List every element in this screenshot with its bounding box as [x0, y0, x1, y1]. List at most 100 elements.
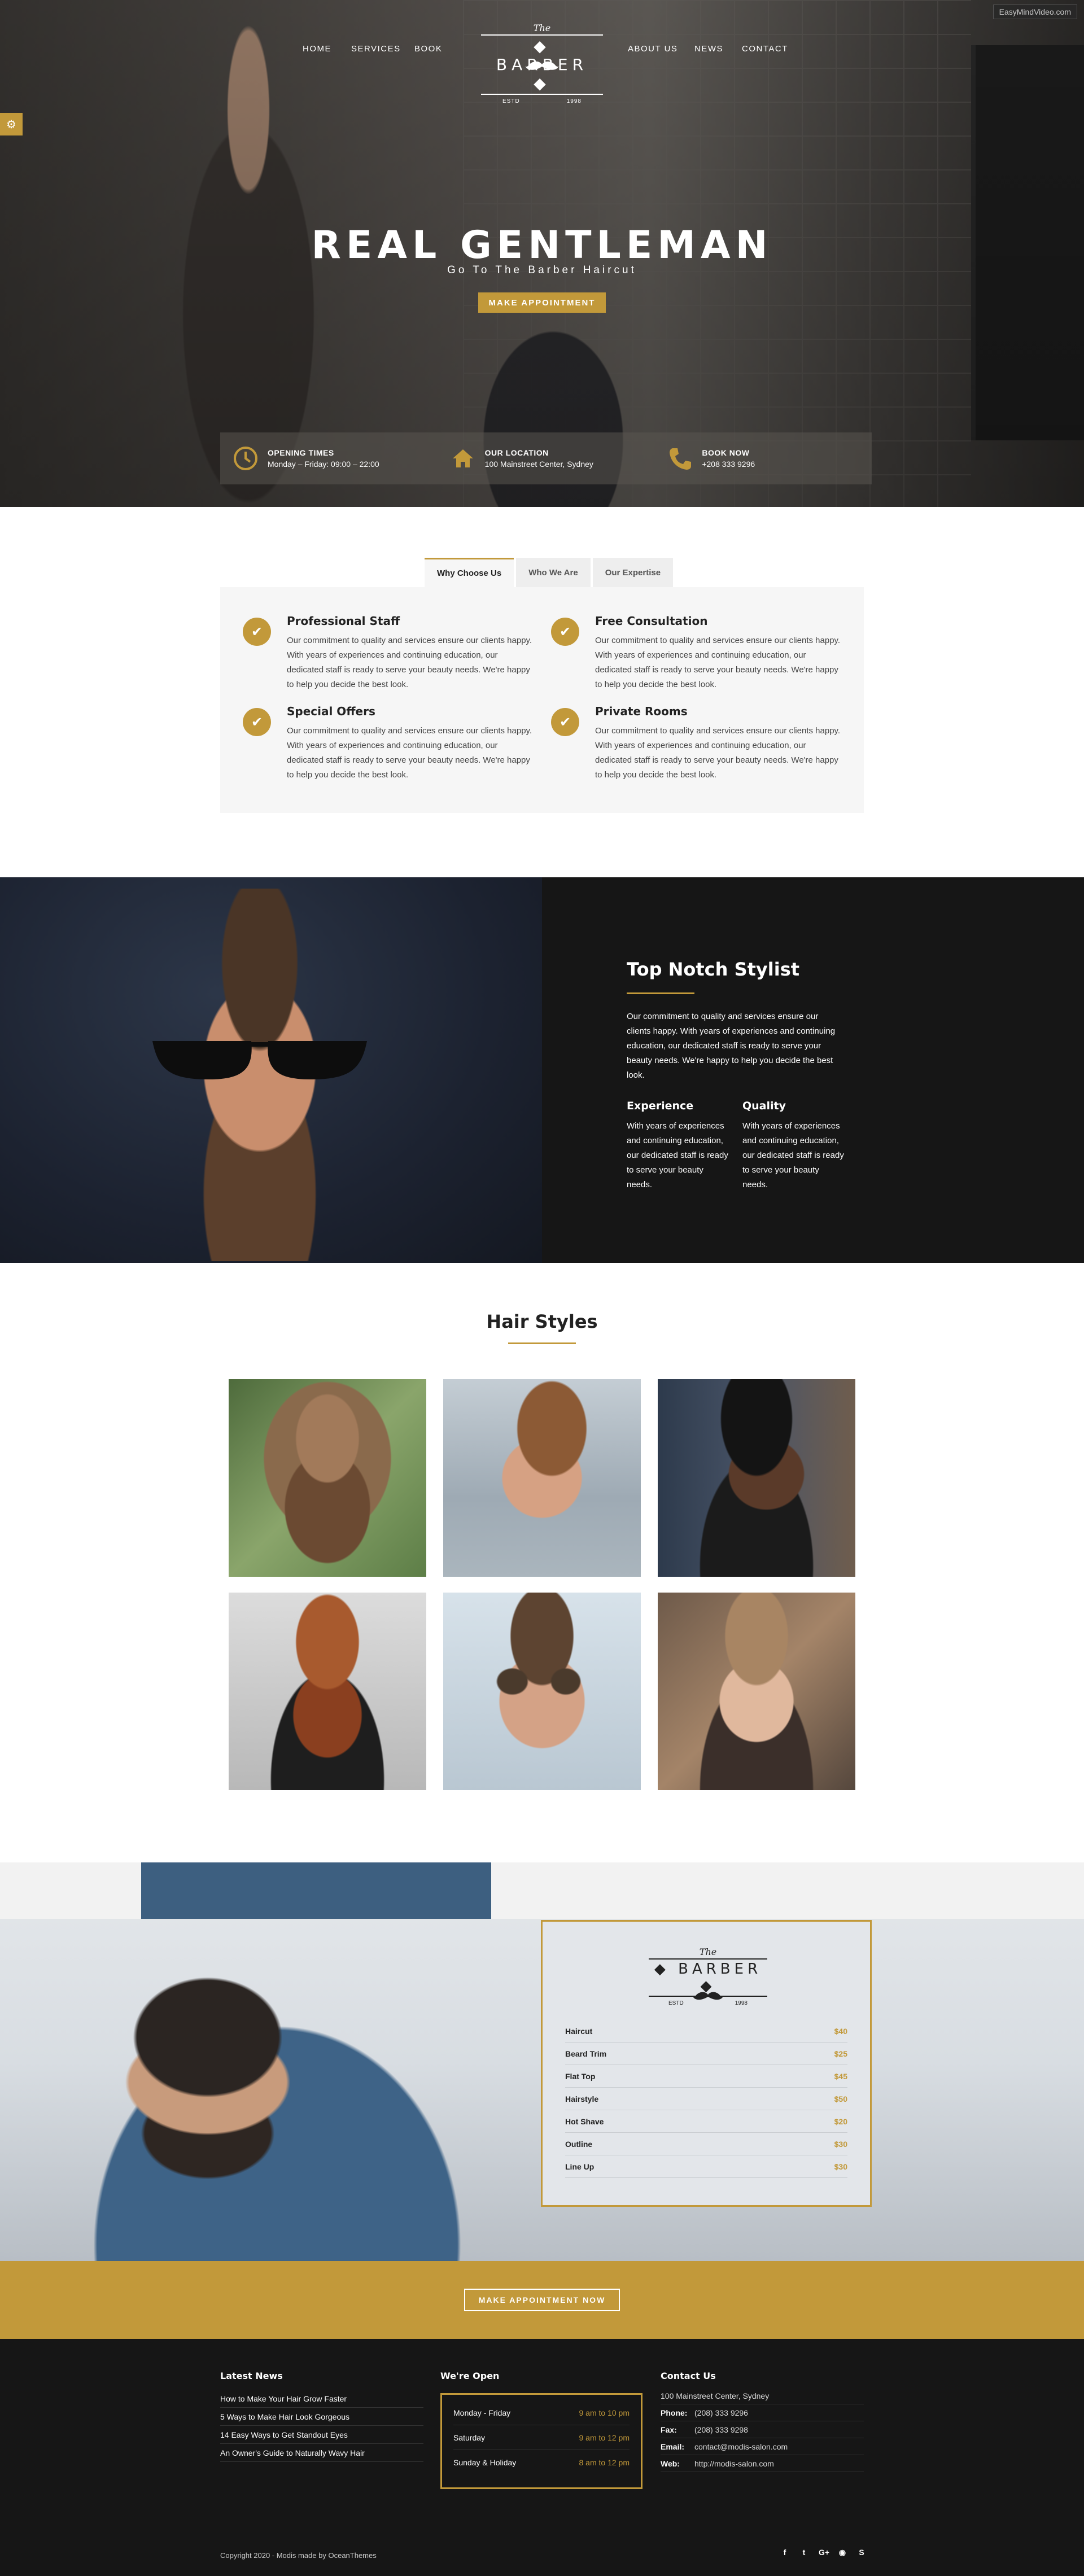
phone-icon: [666, 444, 694, 473]
info-book-now: BOOK NOW +208 333 9296: [654, 432, 872, 484]
price-name: Line Up: [565, 2162, 595, 2171]
nav-book[interactable]: BOOK: [414, 44, 442, 54]
hero-section: EasyMindVideo.com ⚙ HOME SERVICES BOOK T…: [0, 0, 1084, 507]
gallery-item-aviators[interactable]: [443, 1593, 641, 1790]
copyright-text: Copyright 2020 - Modis made by OceanThem…: [220, 2551, 377, 2560]
portrait-photo: [658, 1593, 855, 1790]
home-icon: [449, 444, 477, 473]
info-value: +208 333 9296: [702, 460, 755, 469]
news-link[interactable]: How to Make Your Hair Grow Faster: [220, 2390, 423, 2408]
title-underline: [627, 992, 694, 994]
contact-web: Web: http://modis-salon.com: [661, 2455, 864, 2472]
gallery-item-high-top[interactable]: [658, 1379, 855, 1577]
news-link[interactable]: 5 Ways to Make Hair Look Gorgeous: [220, 2408, 423, 2426]
stylist-text: Top Notch Stylist Our commitment to qual…: [542, 877, 1084, 1263]
hours-day: Monday - Friday: [453, 2408, 511, 2417]
stylist-photo: [0, 877, 542, 1263]
feature-free-consultation: ✔ Free Consultation Our commitment to qu…: [551, 614, 845, 692]
logo-estd-label: ESTD: [668, 2000, 684, 2006]
info-label: OUR LOCATION: [484, 448, 549, 457]
make-appointment-now-button[interactable]: MAKE APPOINTMENT NOW: [464, 2289, 620, 2311]
feature-title: Free Consultation: [595, 614, 708, 628]
title-underline: [508, 1342, 576, 1344]
feature-text: Our commitment to quality and services e…: [595, 726, 841, 780]
google-plus-icon[interactable]: G+: [819, 2548, 829, 2557]
hours-time: 9 am to 12 pm: [579, 2433, 630, 2442]
mustache-icon: [692, 1992, 724, 2000]
tab-why-choose-us[interactable]: Why Choose Us: [425, 558, 514, 587]
hours-day: Saturday: [453, 2433, 486, 2442]
stylist-section: Top Notch Stylist Our commitment to qual…: [0, 877, 1084, 1263]
gallery-item-long-beard[interactable]: [229, 1379, 426, 1577]
contact-fax: Fax: (208) 333 9298: [661, 2421, 864, 2438]
facebook-icon[interactable]: f: [780, 2548, 789, 2557]
nav-news[interactable]: NEWS: [694, 44, 723, 54]
news-link[interactable]: 14 Easy Ways to Get Standout Eyes: [220, 2426, 423, 2444]
hours-row: Monday - Friday 9 am to 10 pm: [453, 2400, 630, 2425]
nav-contact[interactable]: CONTACT: [742, 44, 788, 54]
price-amount: $25: [834, 2049, 847, 2058]
nav-about[interactable]: ABOUT US: [628, 44, 678, 54]
info-label: OPENING TIMES: [268, 448, 334, 457]
portrait-photo: [443, 1593, 641, 1790]
hero-title: REAL GENTLEMAN: [311, 223, 773, 268]
logo-the: The: [699, 1947, 717, 1957]
stylist-col-experience: Experience With years of experiences and…: [627, 1100, 728, 1192]
gallery-item-pompadour[interactable]: [658, 1593, 855, 1790]
nav-services[interactable]: SERVICES: [351, 44, 401, 54]
tab-who-we-are[interactable]: Who We Are: [516, 558, 591, 587]
contact-value[interactable]: http://modis-salon.com: [694, 2459, 774, 2468]
hours-row: Sunday & Holiday 8 am to 12 pm: [453, 2450, 630, 2475]
contact-label: Fax:: [661, 2425, 677, 2434]
news-link[interactable]: An Owner's Guide to Naturally Wavy Hair: [220, 2444, 423, 2462]
clock-icon: [231, 444, 260, 473]
make-appointment-button[interactable]: MAKE APPOINTMENT: [478, 292, 606, 313]
stylist-col-title: Quality: [742, 1100, 786, 1112]
price-name: Hairstyle: [565, 2094, 599, 2103]
footer: Latest News How to Make Your Hair Grow F…: [0, 2339, 1084, 2576]
settings-gear-icon[interactable]: ⚙: [0, 113, 23, 135]
info-value: Monday – Friday: 09:00 – 22:00: [268, 460, 379, 469]
tabs-section: Why Choose Us Who We Are Our Expertise ✔…: [0, 507, 1084, 877]
contact-label: Web:: [661, 2459, 680, 2468]
info-opening-times: OPENING TIMES Monday – Friday: 09:00 – 2…: [220, 432, 438, 484]
denim-shape: [141, 1862, 491, 1919]
bearded-man-photo: [23, 1941, 486, 2261]
portrait-photo: [229, 1593, 426, 1790]
price-row: Outline $30: [565, 2133, 847, 2155]
nav-home[interactable]: HOME: [303, 44, 331, 54]
check-icon: ✔: [551, 708, 579, 736]
gallery-item-side-part[interactable]: [443, 1379, 641, 1577]
sunglasses-shape: [152, 1041, 367, 1079]
contact-address: 100 Mainstreet Center, Sydney: [661, 2387, 864, 2404]
contact-value: (208) 333 9296: [694, 2408, 748, 2417]
check-icon: ✔: [243, 618, 271, 646]
stylist-title: Top Notch Stylist: [627, 959, 800, 980]
social-links: f t G+ ◉ S: [780, 2548, 866, 2557]
tab-our-expertise[interactable]: Our Expertise: [592, 558, 674, 587]
site-logo[interactable]: The ◆ BARBER ◆ ESTD 1998: [481, 23, 603, 104]
contact-value[interactable]: contact@modis-salon.com: [694, 2442, 788, 2451]
cta-band: MAKE APPOINTMENT NOW: [0, 2261, 1084, 2339]
feature-text: Our commitment to quality and services e…: [595, 636, 841, 689]
twitter-icon[interactable]: t: [799, 2548, 808, 2557]
logo-the: The: [533, 23, 551, 33]
mustache-icon: [525, 61, 559, 70]
rss-icon[interactable]: ◉: [838, 2548, 847, 2557]
stylist-intro: Our commitment to quality and services e…: [627, 1012, 836, 1080]
price-amount: $30: [834, 2139, 847, 2149]
price-row: Line Up $30: [565, 2155, 847, 2178]
price-row: Hairstyle $50: [565, 2088, 847, 2110]
price-section: The ◆ BARBER ◆ ESTD 1998 Haircut $40 Bear…: [0, 1862, 1084, 2261]
gallery-item-red-beard[interactable]: [229, 1593, 426, 1790]
price-row: Beard Trim $25: [565, 2043, 847, 2065]
portrait-photo: [229, 1379, 426, 1577]
price-logo: The ◆ BARBER ◆ ESTD 1998: [649, 1947, 767, 2009]
contact-label: Email:: [661, 2442, 685, 2451]
skype-icon[interactable]: S: [857, 2548, 866, 2557]
price-amount: $40: [834, 2026, 847, 2036]
price-row: Haircut $40: [565, 2020, 847, 2043]
price-name: Flat Top: [565, 2071, 596, 2081]
logo-name-text: BARBER: [678, 1961, 762, 1978]
price-name: Beard Trim: [565, 2049, 607, 2058]
